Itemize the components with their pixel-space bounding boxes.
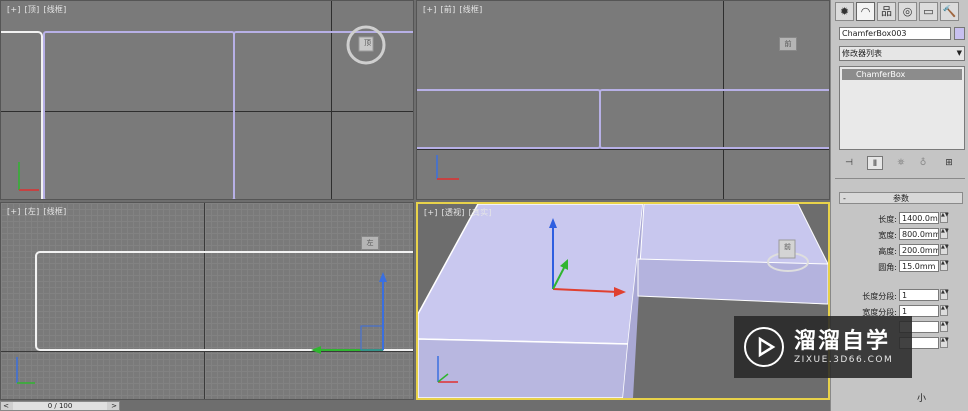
viewport-left-label[interactable]: [+] [左] [线框] [7, 206, 70, 217]
modifier-list-dropdown[interactable]: 修改器列表 ▼ [839, 46, 965, 61]
width-field[interactable]: 800.0mm [899, 228, 939, 240]
axis-tripod-icon [18, 162, 39, 191]
height-label: 高度: [878, 247, 897, 256]
watermark-subtitle: ZIXUE.3D66.COM [794, 355, 894, 365]
length-label: 长度: [878, 215, 897, 224]
remove-modifier-icon[interactable]: ♁ [915, 156, 931, 170]
height-spinner[interactable]: ▲▼ [940, 244, 949, 255]
display-tab-icon[interactable]: ▭ [919, 2, 938, 21]
chamferbox-outline[interactable] [43, 31, 235, 199]
modifier-stack[interactable]: ChamferBox [839, 66, 965, 150]
viewcube-ring-icon[interactable] [763, 230, 813, 276]
width-label: 宽度: [878, 231, 897, 240]
length-segs-spinner[interactable]: ▲▼ [940, 289, 949, 300]
time-slider[interactable]: < 0 / 100 > [0, 401, 120, 411]
fillet-spinner[interactable]: ▲▼ [940, 260, 949, 271]
length-spinner[interactable]: ▲▼ [940, 212, 949, 223]
make-unique-icon[interactable]: ⛯ [893, 156, 909, 170]
configure-sets-icon[interactable]: ⊞ [941, 156, 957, 170]
smooth-option-label: 小 [917, 394, 927, 404]
pin-stack-icon[interactable]: ⊣ [841, 156, 857, 170]
chamferbox-outline[interactable] [417, 89, 601, 149]
divider [835, 178, 965, 179]
fillet-field[interactable]: 15.0mm [899, 260, 939, 272]
viewport-top-label[interactable]: [+] [顶] [线框] [7, 4, 70, 15]
watermark: 溜溜自学 ZIXUE.3D66.COM [734, 316, 912, 378]
parameters-rollout-header[interactable]: - 参数 [839, 192, 963, 204]
transform-gizmo-icon[interactable] [301, 268, 401, 358]
viewport-perspective-label[interactable]: [+] [透视] [真实] [424, 207, 496, 218]
max-workspace: [+] [顶] [线框] 顶 [+] [前] [线框] 前 [+] [左] [线… [0, 0, 968, 411]
motion-tab-icon[interactable]: ◎ [898, 2, 917, 21]
fillet-segs-spinner[interactable]: ▲▼ [940, 337, 949, 348]
height-segs-spinner[interactable]: ▲▼ [940, 321, 949, 332]
width-spinner[interactable]: ▲▼ [940, 228, 949, 239]
show-end-result-icon[interactable]: Ⅱ [867, 156, 883, 170]
create-tab-icon[interactable]: ✹ [835, 2, 854, 21]
viewport-top[interactable]: [+] [顶] [线框] 顶 [0, 0, 414, 200]
viewcube-face-label: 前 [784, 243, 791, 251]
chevron-down-icon: ▼ [956, 49, 962, 57]
command-panel-tabs: ✹ ◠ 品 ◎ ▭ 🔨 [835, 2, 959, 21]
time-slider-next[interactable]: > [109, 402, 119, 410]
collapse-icon: - [843, 194, 846, 203]
width-segs-spinner[interactable]: ▲▼ [940, 305, 949, 316]
utilities-tab-icon[interactable]: 🔨 [940, 2, 959, 21]
viewcube-icon[interactable]: 前 [779, 37, 797, 51]
viewport-left[interactable]: [+] [左] [线框] 左 [0, 202, 414, 400]
modify-tab-icon[interactable]: ◠ [856, 2, 875, 21]
axis-tripod-icon [436, 155, 459, 180]
fillet-label: 圆角: [878, 263, 897, 272]
height-field[interactable]: 200.0mm [899, 244, 939, 256]
time-slider-prev[interactable]: < [1, 402, 11, 410]
stack-item-chamferbox[interactable]: ChamferBox [842, 69, 962, 80]
watermark-text: 溜溜自学 ZIXUE.3D66.COM [794, 329, 893, 365]
object-name-field[interactable]: ChamferBox003 [839, 27, 951, 40]
axis-tripod-icon [16, 357, 35, 384]
viewport-front-label[interactable]: [+] [前] [线框] [423, 4, 486, 15]
length-segs-field[interactable]: 1 [899, 289, 939, 301]
viewport-front[interactable]: [+] [前] [线框] 前 [416, 0, 830, 200]
chamferbox-outline[interactable] [599, 89, 829, 149]
grid-line [417, 149, 829, 150]
viewcube-face-label: 顶 [364, 39, 371, 47]
axis-tripod-icon [437, 356, 458, 383]
play-logo-icon [744, 327, 784, 367]
viewcube-icon[interactable]: 左 [361, 236, 379, 250]
time-slider-value[interactable]: 0 / 100 [13, 402, 107, 410]
hierarchy-tab-icon[interactable]: 品 [877, 2, 896, 21]
length-field[interactable]: 1400.0mm [899, 212, 939, 224]
watermark-title: 溜溜自学 [794, 329, 891, 354]
object-color-swatch[interactable] [954, 27, 965, 40]
length-segs-label: 长度分段: [862, 292, 897, 301]
